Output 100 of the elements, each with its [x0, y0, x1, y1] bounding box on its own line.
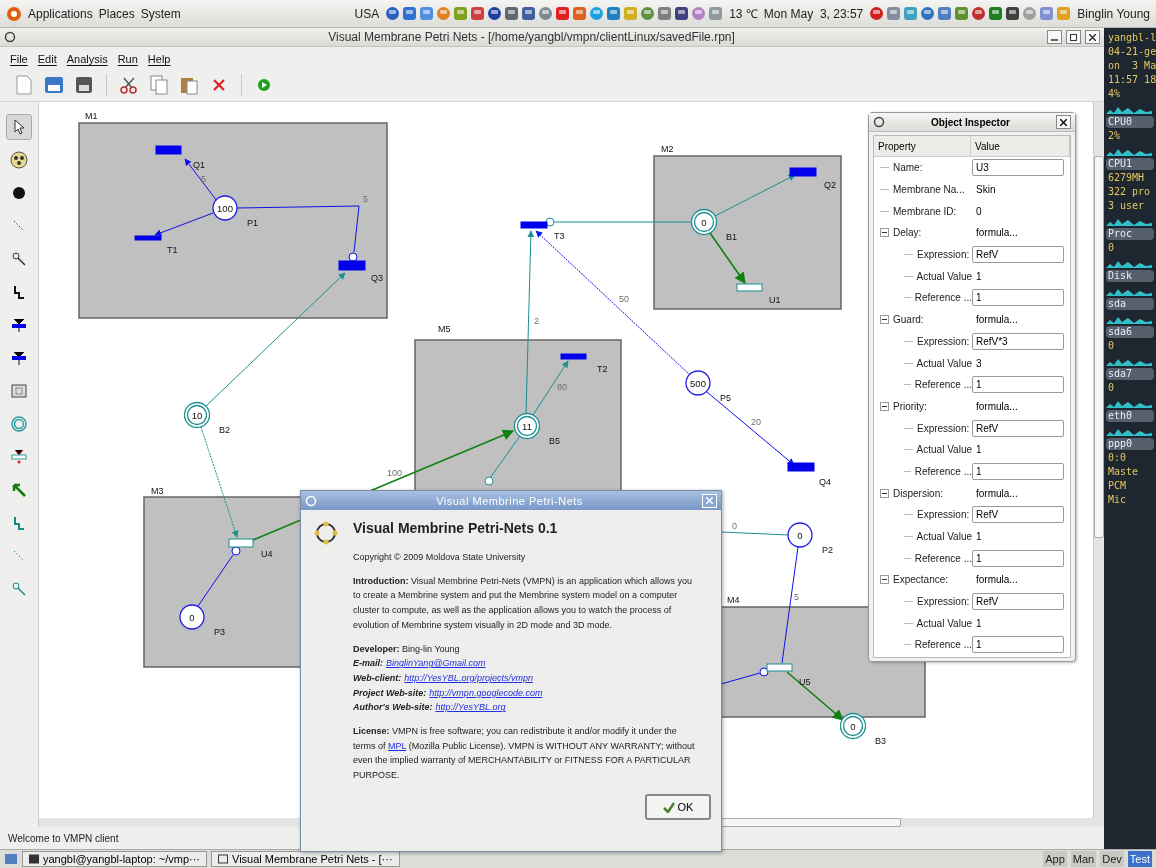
transition: [155, 145, 182, 155]
tool-button[interactable]: [6, 114, 32, 140]
property-value: formula...: [975, 227, 1018, 239]
panel-menu[interactable]: Applications: [28, 6, 93, 21]
property-label: Reference ...: [914, 552, 972, 564]
property-label: Delay:: [893, 227, 922, 239]
value-field[interactable]: RefV: [972, 593, 1064, 611]
user-name[interactable]: Binglin Young: [1077, 6, 1150, 21]
menu-item[interactable]: Help: [147, 53, 171, 65]
tray-icon[interactable]: [920, 6, 936, 21]
value-field[interactable]: 1: [972, 549, 1064, 567]
property-value: formula...: [975, 487, 1018, 499]
taskbar-button[interactable]: yangbl@yangbl-laptop: ~/vmp···: [22, 851, 207, 867]
property-label: Actual Value: [916, 357, 972, 369]
value-field[interactable]: RefV: [972, 419, 1064, 437]
tray-icon[interactable]: [402, 6, 418, 21]
value-field[interactable]: 1: [972, 376, 1064, 394]
place: 0: [787, 522, 813, 548]
arc-weight: 5: [363, 194, 368, 204]
taskbar-button[interactable]: Visual Membrane Petri Nets - [···: [211, 851, 400, 867]
property-value: 1: [975, 444, 982, 456]
link[interactable]: http://YesYBL.org: [435, 700, 506, 716]
arc-weight: 5: [794, 592, 799, 602]
place: 0: [179, 604, 205, 630]
monitor-reading: ppp0: [1106, 438, 1154, 450]
link[interactable]: BinglinYang@Gmail.com: [386, 656, 486, 671]
value-field[interactable]: RefV: [972, 506, 1064, 524]
place: 11: [513, 412, 541, 440]
workspace-button[interactable]: Man: [1070, 851, 1097, 867]
minimize-button[interactable]: [1047, 30, 1062, 44]
menu-item[interactable]: File: [10, 53, 28, 65]
tray-icon[interactable]: [971, 6, 987, 21]
tray-icon[interactable]: [385, 6, 401, 21]
collapse-icon[interactable]: [880, 315, 889, 325]
fork-transition-icon: [10, 316, 28, 334]
value-field[interactable]: 1: [972, 636, 1064, 654]
property-label: Membrane Na...: [893, 184, 965, 196]
property-value: 3: [975, 357, 982, 369]
value-field[interactable]: U3: [972, 159, 1064, 177]
property-label: Reference ...: [914, 292, 972, 304]
transition: [736, 283, 763, 292]
panel-menu[interactable]: System: [140, 6, 181, 21]
value-field[interactable]: 1: [972, 462, 1064, 480]
property-label: Expression:: [917, 249, 970, 261]
close-button[interactable]: [1056, 115, 1071, 129]
column-header[interactable]: Property: [874, 136, 971, 156]
monitor-reading: 0: [1107, 382, 1116, 394]
property-value: 0: [975, 205, 982, 217]
tray-icon[interactable]: [1005, 6, 1021, 21]
tray-icon[interactable]: [487, 6, 503, 21]
tray-icon[interactable]: [869, 6, 885, 21]
property-label: Membrane ID:: [893, 205, 957, 217]
membrane-label: M3: [151, 486, 164, 496]
monitor-reading: 2%: [1107, 130, 1122, 142]
link[interactable]: http://YesYBL.org/projects/vmpn: [404, 670, 533, 686]
menu-item[interactable]: Run: [117, 53, 138, 65]
show-desktop-icon[interactable]: [4, 852, 18, 866]
tray-icon[interactable]: [555, 6, 571, 21]
workspace-button[interactable]: App: [1043, 851, 1067, 867]
collapse-icon[interactable]: [880, 575, 889, 585]
workspace-button[interactable]: Test: [1127, 851, 1152, 867]
arc-weight: 50: [619, 294, 629, 304]
menu-item[interactable]: Edit: [37, 53, 57, 65]
node-label: P2: [822, 545, 833, 555]
value-field[interactable]: RefV: [972, 246, 1064, 264]
collapse-icon[interactable]: [880, 488, 889, 498]
transition: [789, 167, 817, 177]
tray-icon[interactable]: [988, 6, 1004, 21]
property-value: Skin: [975, 184, 996, 196]
node-label: B1: [726, 232, 737, 242]
link[interactable]: http://vmpn.googlecode.com: [429, 685, 543, 701]
workspace-button[interactable]: Dev: [1100, 851, 1124, 867]
node-label: T3: [554, 231, 565, 241]
property-label: Priority:: [893, 400, 927, 412]
collapse-icon[interactable]: [880, 401, 889, 411]
monitor-reading: 0: [1107, 340, 1116, 352]
property-label: Name:: [893, 162, 923, 174]
clock[interactable]: Mon May 3, 23:57: [763, 6, 864, 21]
node-label: P3: [214, 627, 225, 637]
close-button[interactable]: [1085, 30, 1100, 44]
tray-icon[interactable]: [521, 6, 537, 21]
value-field[interactable]: RefV*3: [972, 332, 1064, 350]
ok-button[interactable]: OK: [645, 793, 711, 820]
panel-menu[interactable]: Places: [98, 6, 135, 21]
collapse-icon[interactable]: [880, 228, 889, 238]
value-field[interactable]: 1: [972, 289, 1064, 307]
tray-icon[interactable]: [674, 6, 690, 21]
terminal-icon: [29, 854, 39, 864]
maximize-button[interactable]: [1066, 30, 1081, 44]
place: 100: [212, 195, 238, 221]
close-icon: [706, 497, 713, 504]
menu-item[interactable]: Analysis: [66, 53, 108, 65]
link[interactable]: MPL: [388, 740, 407, 751]
column-header[interactable]: Value: [971, 136, 1070, 156]
vertical-scrollbar[interactable]: [1093, 102, 1104, 818]
tray-icon[interactable]: [470, 6, 486, 21]
tray-icon[interactable]: [504, 6, 520, 21]
property-value: formula...: [975, 314, 1018, 326]
fork-transition-icon: [10, 349, 28, 367]
property-value: 1: [975, 270, 982, 282]
